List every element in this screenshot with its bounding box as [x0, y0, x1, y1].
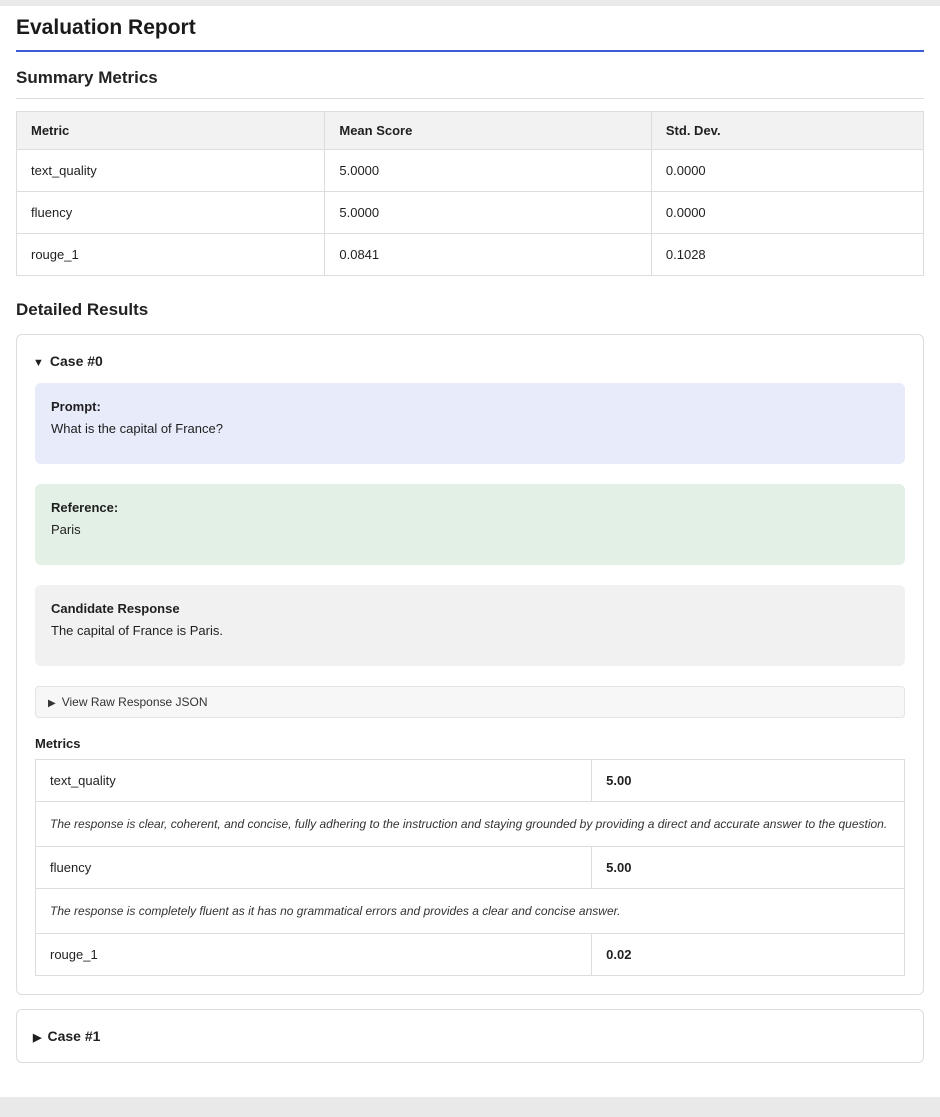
- metric-name-cell: rouge_1: [36, 934, 592, 976]
- page-title: Evaluation Report: [16, 16, 924, 52]
- case-0-body: Prompt: What is the capital of France? R…: [33, 373, 907, 980]
- report-page: Evaluation Report Summary Metrics Metric…: [0, 6, 940, 1117]
- case-1-title: Case #1: [47, 1028, 100, 1044]
- metric-value-cell: 5.00: [592, 847, 905, 889]
- metric-row: rouge_1 0.02: [36, 934, 905, 976]
- case-metrics-heading: Metrics: [35, 736, 905, 751]
- std-dev-cell: 0.0000: [651, 150, 923, 192]
- candidate-response-box: Candidate Response The capital of France…: [35, 585, 905, 666]
- summary-col-mean: Mean Score: [325, 112, 652, 150]
- mean-score-cell: 0.0841: [325, 234, 652, 276]
- summary-col-std: Std. Dev.: [651, 112, 923, 150]
- metric-explanation-row: The response is clear, coherent, and con…: [36, 802, 905, 847]
- prompt-label: Prompt:: [51, 397, 889, 417]
- summary-metrics-table: Metric Mean Score Std. Dev. text_quality…: [16, 111, 924, 276]
- table-row: rouge_1 0.0841 0.1028: [17, 234, 924, 276]
- summary-metrics-heading: Summary Metrics: [16, 68, 924, 99]
- summary-col-metric: Metric: [17, 112, 325, 150]
- metric-name-cell: text_quality: [36, 760, 592, 802]
- raw-json-toggle[interactable]: ▶ View Raw Response JSON: [35, 686, 905, 718]
- triangle-down-icon: ▼: [33, 357, 44, 369]
- metric-name-cell: fluency: [36, 847, 592, 889]
- case-card-1: ▶ Case #1: [16, 1009, 924, 1063]
- std-dev-cell: 0.0000: [651, 192, 923, 234]
- candidate-response-label: Candidate Response: [51, 599, 889, 619]
- prompt-box: Prompt: What is the capital of France?: [35, 383, 905, 464]
- case-1-toggle[interactable]: ▶ Case #1: [33, 1024, 907, 1048]
- case-0-title: Case #0: [50, 353, 103, 369]
- raw-json-label: View Raw Response JSON: [62, 695, 208, 709]
- std-dev-cell: 0.1028: [651, 234, 923, 276]
- prompt-text: What is the capital of France?: [51, 419, 889, 439]
- reference-text: Paris: [51, 520, 889, 540]
- metric-explanation: The response is completely fluent as it …: [36, 889, 905, 934]
- detailed-results-heading: Detailed Results: [16, 300, 924, 320]
- metric-name-cell: text_quality: [17, 150, 325, 192]
- metric-name-cell: rouge_1: [17, 234, 325, 276]
- reference-label: Reference:: [51, 498, 889, 518]
- case-0-toggle[interactable]: ▼ Case #0: [33, 349, 907, 373]
- triangle-right-icon: ▶: [48, 698, 56, 709]
- metric-row: text_quality 5.00: [36, 760, 905, 802]
- reference-box: Reference: Paris: [35, 484, 905, 565]
- table-row: text_quality 5.0000 0.0000: [17, 150, 924, 192]
- metric-explanation-row: The response is completely fluent as it …: [36, 889, 905, 934]
- table-row: fluency 5.0000 0.0000: [17, 192, 924, 234]
- candidate-response-text: The capital of France is Paris.: [51, 621, 889, 641]
- case-metrics-table: text_quality 5.00 The response is clear,…: [35, 759, 905, 976]
- metric-name-cell: fluency: [17, 192, 325, 234]
- metric-value-cell: 0.02: [592, 934, 905, 976]
- mean-score-cell: 5.0000: [325, 192, 652, 234]
- triangle-right-icon: ▶: [33, 1031, 41, 1044]
- summary-header-row: Metric Mean Score Std. Dev.: [17, 112, 924, 150]
- bottom-edge-strip: [0, 1097, 940, 1117]
- mean-score-cell: 5.0000: [325, 150, 652, 192]
- metric-row: fluency 5.00: [36, 847, 905, 889]
- metric-explanation: The response is clear, coherent, and con…: [36, 802, 905, 847]
- metric-value-cell: 5.00: [592, 760, 905, 802]
